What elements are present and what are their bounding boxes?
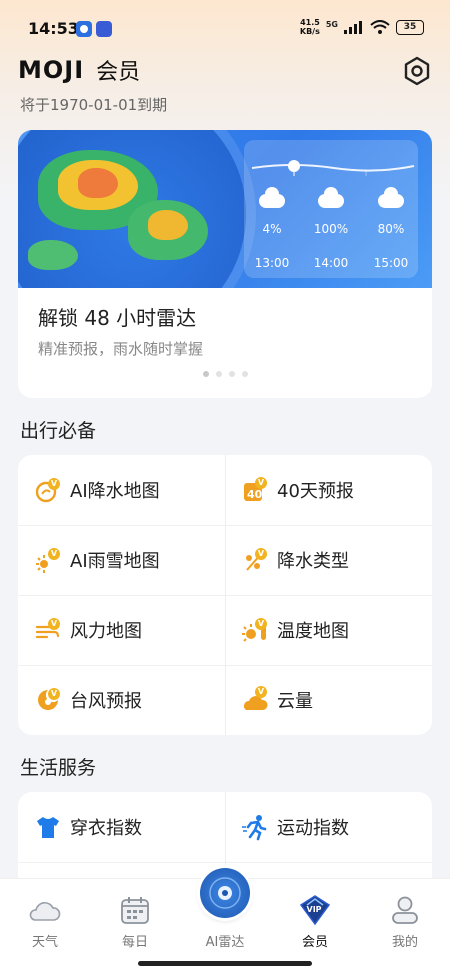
service-label: 运动指数 (277, 818, 349, 839)
nav-label: 会员 (301, 935, 328, 950)
service-precip-type[interactable]: V 降水类型 (225, 525, 432, 595)
status-right: 41.5 KB/s 5G 35 (300, 18, 424, 36)
network-type: 5G (325, 20, 338, 29)
cloud-icon (28, 893, 62, 927)
svg-text:40: 40 (247, 488, 263, 501)
vip-badge-text: VIP (307, 905, 322, 914)
service-ai-precip-map[interactable]: V AI降水地图 (18, 455, 225, 525)
settings-icon[interactable] (402, 56, 432, 86)
net-speed-unit: KB/s (299, 27, 320, 36)
forecast-time: 14:00 (313, 256, 349, 270)
section-title-life: 生活服务 (20, 757, 97, 779)
nav-label: 我的 (391, 935, 418, 950)
rain-icon (318, 187, 344, 208)
forecast-time: 15:00 (373, 256, 409, 270)
service-ai-rain-snow-map[interactable]: V AI雨雪地图 (18, 525, 225, 595)
rain-snow-map-icon: V (34, 546, 62, 574)
service-cloud-cover[interactable]: V 云量 (225, 665, 432, 735)
nav-label: 天气 (31, 935, 58, 950)
calendar-icon (118, 893, 152, 927)
light-rain-icon (259, 187, 285, 208)
service-label: 云量 (277, 691, 313, 712)
nav-weather[interactable]: 天气 (0, 879, 90, 959)
service-wind-map[interactable]: V 风力地图 (18, 595, 225, 665)
service-40-day-forecast[interactable]: 40 V 40天预报 (225, 455, 432, 525)
user-icon (388, 893, 422, 927)
forecast-col: 80% 15:00 (364, 187, 418, 270)
vip-icon: VIP (298, 893, 332, 927)
carousel-dot[interactable] (228, 371, 235, 377)
service-label: 温度地图 (277, 621, 349, 642)
nav-mine[interactable]: 我的 (360, 879, 450, 959)
forecast-col: 100% 14:00 (304, 187, 358, 270)
service-label: 降水类型 (277, 551, 349, 572)
app-notification-icon (76, 21, 92, 37)
banner-title: 解锁 48 小时雷达 (38, 306, 197, 330)
service-temperature-map[interactable]: V 温度地图 (225, 595, 432, 665)
forecast-pct: 100% (313, 222, 349, 236)
service-label: 风力地图 (70, 621, 142, 642)
service-sport-index[interactable]: 运动指数 (225, 792, 432, 862)
net-speed-value: 41.5 (300, 18, 320, 27)
service-clothing-index[interactable]: 穿衣指数 (18, 792, 225, 862)
temperature-map-icon: V (241, 616, 269, 644)
section-title-travel: 出行必备 (20, 420, 97, 442)
clothing-icon (34, 813, 62, 841)
service-label: 穿衣指数 (70, 818, 142, 839)
net-speed: 41.5 KB/s (300, 18, 320, 36)
service-label: 40天预报 (277, 481, 354, 502)
forecast-pct: 4% (262, 222, 282, 236)
carousel-dot[interactable] (241, 371, 248, 377)
radar-promo-banner[interactable]: 4% 13:00 100% 14:00 80% 15:00 解锁 48 小时雷达… (18, 130, 432, 398)
service-label: AI雨雪地图 (70, 551, 160, 572)
moji-logo: MOJI (18, 56, 85, 84)
carousel-dot[interactable] (202, 371, 209, 377)
ai-radar-button[interactable] (200, 868, 250, 918)
radar-globe (18, 130, 246, 288)
membership-expire-text: 将于1970-01-01到期 (20, 96, 168, 114)
cloud-cover-icon: V (241, 686, 269, 714)
wifi-icon (370, 20, 390, 34)
typhoon-icon: V (34, 686, 62, 714)
precip-map-icon: V (34, 476, 62, 504)
nav-label: 每日 (121, 935, 148, 950)
forecast-pct: 80% (377, 222, 405, 236)
carousel-dot[interactable] (215, 371, 222, 377)
banner-subtitle: 精准预报，雨水随时掌握 (38, 340, 204, 358)
status-bar: 14:53 41.5 KB/s 5G 35 (0, 0, 450, 50)
radar-icon (209, 877, 241, 909)
carousel-dots (18, 371, 432, 377)
brand: MOJI 会员 (18, 54, 140, 86)
nav-daily[interactable]: 每日 (90, 879, 180, 959)
forecast-time: 13:00 (254, 256, 290, 270)
nav-label: AI雷达 (205, 935, 245, 950)
rain-forecast-panel: 4% 13:00 100% 14:00 80% 15:00 (244, 140, 418, 278)
service-label: 台风预报 (70, 691, 142, 712)
precip-type-icon: V (241, 546, 269, 574)
service-typhoon-forecast[interactable]: V 台风预报 (18, 665, 225, 735)
signal-icon (344, 20, 364, 34)
travel-grid: V AI降水地图 40 V 40天预报 V AI雨雪地图 V 降水类型 V 风力… (18, 455, 432, 735)
wind-map-icon: V (34, 616, 62, 644)
app-notification-icon-2 (96, 21, 112, 37)
home-indicator (138, 961, 312, 966)
page-title: 会员 (96, 60, 141, 85)
sport-icon (241, 813, 269, 841)
forecast-40-icon: 40 V (241, 476, 269, 504)
battery-icon: 35 (396, 19, 424, 35)
forecast-col: 4% 13:00 (245, 187, 299, 270)
rain-icon (378, 187, 404, 208)
status-time: 14:53 (28, 19, 79, 38)
service-label: AI降水地图 (70, 481, 160, 502)
radar-preview-image: 4% 13:00 100% 14:00 80% 15:00 (18, 130, 432, 288)
nav-vip[interactable]: VIP 会员 (270, 879, 360, 959)
